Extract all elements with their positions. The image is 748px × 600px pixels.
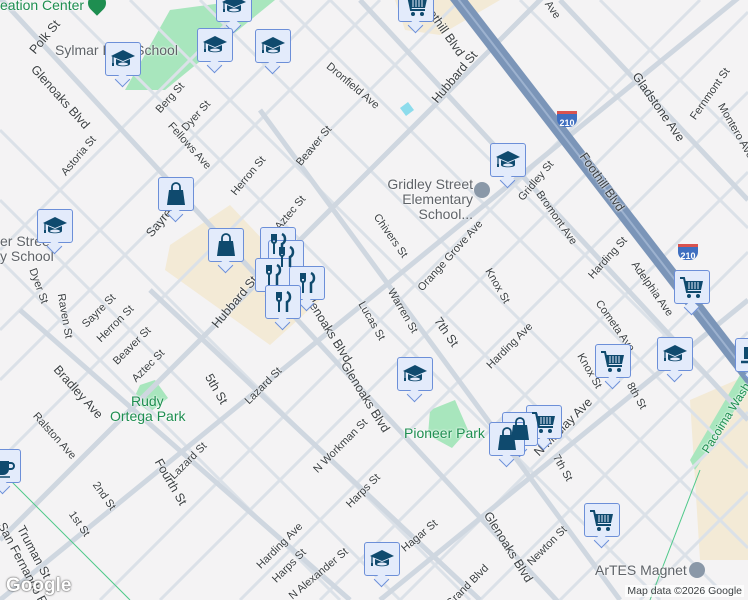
graduation-cap-icon xyxy=(110,46,136,72)
poi-recreation-center[interactable]: eation Center xyxy=(0,0,84,13)
shopping-cart-icon xyxy=(600,348,626,374)
poi-pioneer-park[interactable]: Pioneer Park xyxy=(404,425,485,441)
restaurant-marker[interactable] xyxy=(265,285,301,319)
poi-rudy-ortega-park[interactable]: Rudy xyxy=(131,393,164,409)
graduation-cap-icon xyxy=(260,33,286,59)
grocery-marker[interactable] xyxy=(398,0,434,22)
water-feature xyxy=(400,102,414,116)
shopping-cart-icon xyxy=(589,507,615,533)
fork-knife-icon xyxy=(294,270,320,296)
school-marker[interactable] xyxy=(397,357,433,391)
graduation-cap-icon xyxy=(402,361,428,387)
google-logo: Google xyxy=(6,575,72,596)
graduation-cap-icon xyxy=(369,546,395,572)
shopping-cart-icon xyxy=(403,0,429,18)
graduation-cap-icon xyxy=(662,341,688,367)
rail-line xyxy=(649,469,701,600)
school-pin-icon xyxy=(689,562,705,578)
laptop-icon xyxy=(740,342,748,368)
shopping-bag-icon xyxy=(163,181,189,207)
graduation-cap-icon xyxy=(495,147,521,173)
school-marker[interactable] xyxy=(105,42,141,76)
school-marker[interactable] xyxy=(490,143,526,177)
school-marker[interactable] xyxy=(37,209,73,243)
shopping-cart-icon xyxy=(679,274,705,300)
i210-shield-icon: 210 xyxy=(678,244,698,261)
shopping-cart-icon xyxy=(531,409,557,435)
shopping-marker[interactable] xyxy=(489,422,525,456)
grocery-marker[interactable] xyxy=(595,344,631,378)
map-attribution[interactable]: Map data ©2026 Google xyxy=(625,585,744,597)
restaurant-marker[interactable] xyxy=(255,258,291,292)
school-marker[interactable] xyxy=(657,337,693,371)
graduation-cap-icon xyxy=(202,32,228,58)
school-marker[interactable] xyxy=(255,29,291,63)
shopping-marker[interactable] xyxy=(158,177,194,211)
graduation-cap-icon xyxy=(42,213,68,239)
i210-shield-icon: 210 xyxy=(557,111,577,128)
school-marker[interactable] xyxy=(364,542,400,576)
shopping-bag-icon xyxy=(494,426,520,452)
cafe-marker[interactable] xyxy=(0,449,21,483)
school-marker[interactable] xyxy=(216,0,252,22)
poi-dyer-school-2[interactable]: y School xyxy=(0,248,54,264)
fork-knife-icon xyxy=(260,262,286,288)
graduation-cap-icon xyxy=(221,0,247,18)
school-marker[interactable] xyxy=(197,28,233,62)
coffee-cup-icon xyxy=(0,453,16,479)
shopping-bag-icon xyxy=(213,232,239,258)
grocery-marker[interactable] xyxy=(584,503,620,537)
map-canvas[interactable]: Polk St Glenoaks Blvd Berg St Dyer St Fe… xyxy=(0,0,748,600)
school-pin-icon xyxy=(474,182,490,198)
grocery-marker[interactable] xyxy=(674,270,710,304)
electronics-marker[interactable] xyxy=(735,338,748,372)
fork-knife-icon xyxy=(270,289,296,315)
poi-rudy-ortega-park-2[interactable]: Ortega Park xyxy=(110,408,185,424)
poi-artes-magnet[interactable]: ArTES Magnet xyxy=(595,562,687,578)
shopping-marker[interactable] xyxy=(208,228,244,262)
poi-gridley-school[interactable]: Gridley Street Elementary School... xyxy=(383,177,473,222)
